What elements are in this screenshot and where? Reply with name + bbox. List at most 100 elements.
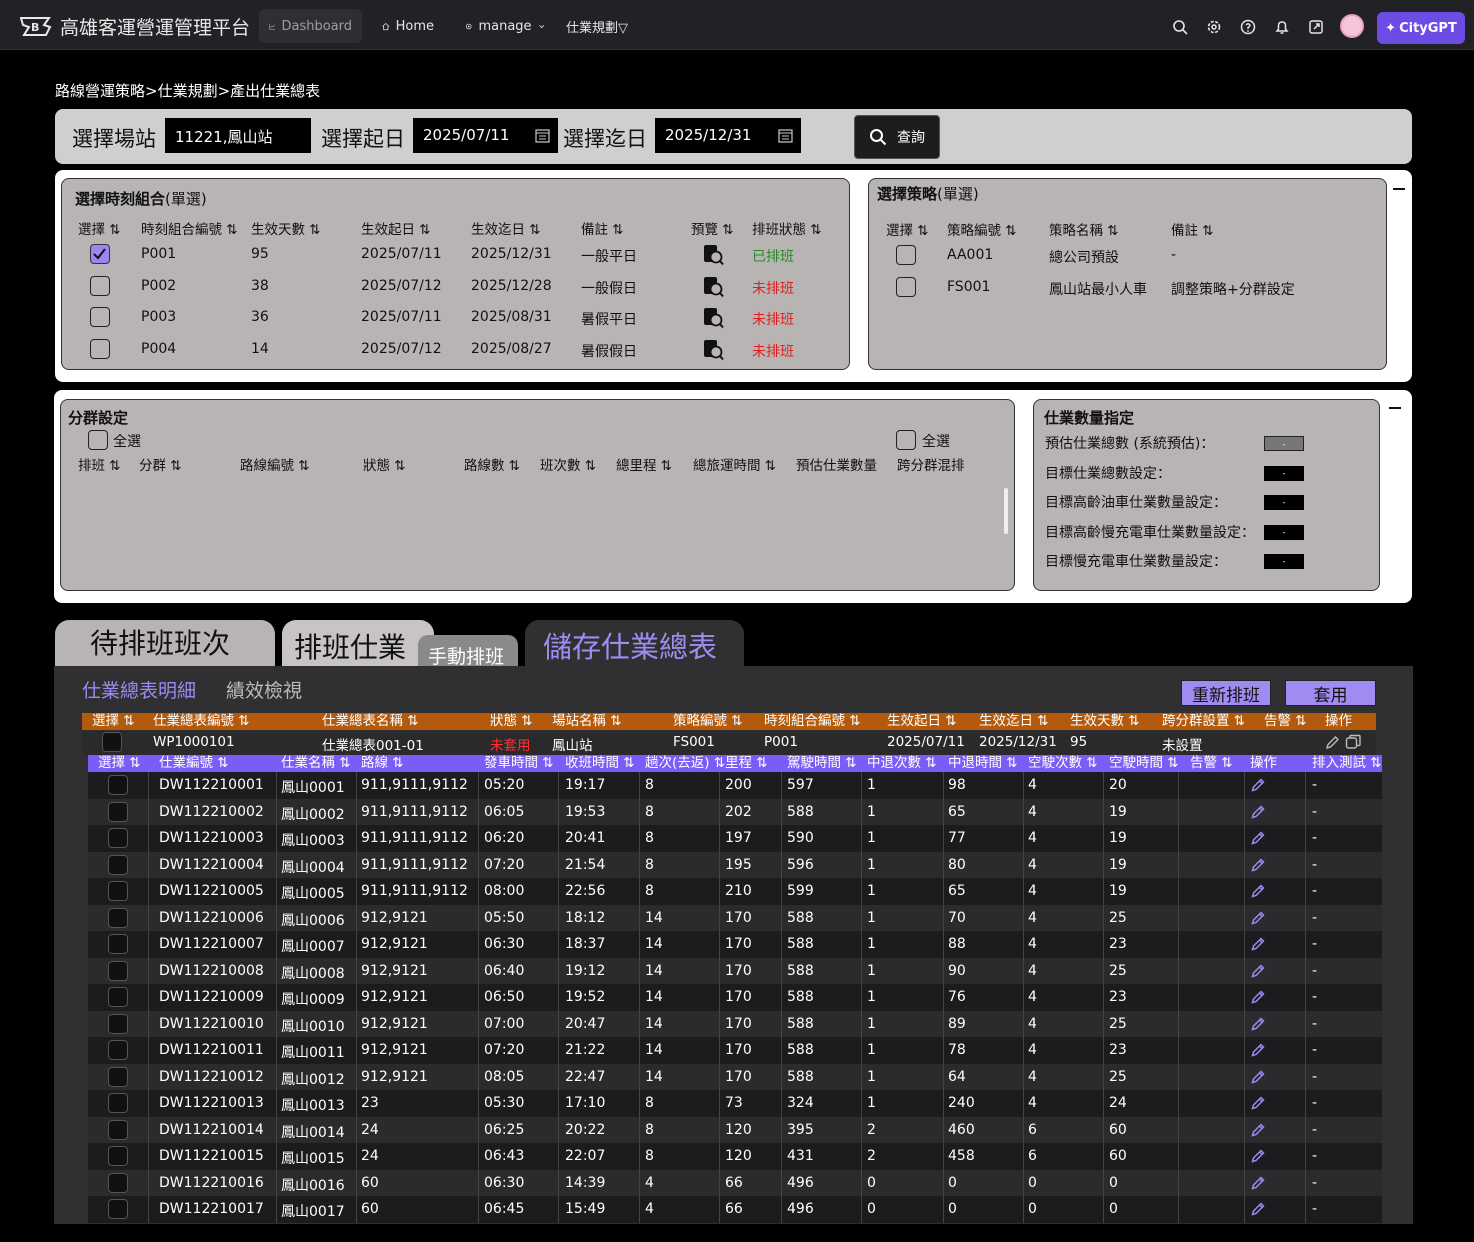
strategy-row[interactable]: AA001 總公司預設 - [869,245,1379,269]
timeset-header-cell[interactable]: 備註 ⇅ [581,218,624,238]
grouping-header-cell[interactable]: 跨分群混排 [897,454,965,474]
apply-button[interactable]: 套用 [1285,680,1376,706]
timeset-row-checkbox[interactable] [90,339,110,360]
edit-icon[interactable] [1250,857,1266,873]
summary-row-checkbox[interactable] [102,732,122,752]
detail-header-cell[interactable]: 選擇 ⇅ [98,755,141,772]
edit-icon[interactable] [1250,1042,1266,1058]
detail-header-cell[interactable]: 駕駛時間 ⇅ [787,755,857,772]
preview-icon[interactable] [702,276,724,298]
nav-manage[interactable]: manage [455,9,555,43]
edit-icon[interactable] [1250,989,1266,1005]
preview-icon[interactable] [702,244,724,266]
strategy-row-checkbox[interactable] [896,245,916,265]
summary-header-cell[interactable]: 生效起日 ⇅ [887,713,957,730]
detail-header-cell[interactable]: 中退時間 ⇅ [948,755,1018,772]
edit-icon[interactable] [1250,910,1266,926]
summary-header-cell[interactable]: 時刻組合編號 ⇅ [764,713,861,730]
summary-header-cell[interactable]: 跨分群設置 ⇅ [1162,713,1245,730]
detail-row-checkbox[interactable] [108,1119,128,1140]
quantity-input[interactable]: - [1264,465,1304,481]
detail-row-checkbox[interactable] [108,1146,128,1166]
detail-header-cell[interactable]: 排入測試 ⇅ [1312,755,1382,772]
edit-icon[interactable] [1250,1148,1266,1164]
nav-dashboard[interactable]: Dashboard [259,9,362,43]
detail-row[interactable]: DW112210004 鳳山0004 911,9111,9112 07:20 21:54… [88,851,1382,878]
station-select[interactable]: 11221,鳳山站 [165,118,311,153]
grouping-header-cell[interactable]: 分群 ⇅ [139,454,182,474]
detail-row-checkbox[interactable] [108,1199,128,1219]
detail-row-checkbox[interactable] [108,881,128,901]
strategy-header-cell[interactable]: 選擇 ⇅ [886,219,929,239]
timeset-row-checkbox[interactable] [90,275,110,296]
summary-header-cell[interactable]: 操作 [1325,713,1352,730]
detail-row-checkbox[interactable] [108,801,128,822]
detail-row[interactable]: DW112210009 鳳山0009 912,9121 06:50 19:52 14 170… [88,984,1382,1011]
timeset-header-cell[interactable]: 生效天數 ⇅ [251,218,321,238]
strategy-row[interactable]: FS001 鳳山站最小人車 調整策略+分群設定 [869,277,1379,301]
detail-row-checkbox[interactable] [108,1013,128,1034]
nav-plan[interactable]: 仕業規劃▽ [556,9,646,43]
external-window-icon[interactable] [1308,19,1324,35]
detail-header-cell[interactable]: 收班時間 ⇅ [565,755,635,772]
timeset-header-cell[interactable]: 排班狀態 ⇅ [752,218,822,238]
edit-icon[interactable] [1250,1122,1266,1138]
grouping-header-cell[interactable]: 班次數 ⇅ [540,454,596,474]
edit-icon[interactable] [1250,777,1266,793]
timeset-row[interactable]: P001 95 2025/07/11 2025/12/31 一般平日 已排班 [62,244,842,270]
detail-header-cell[interactable]: 發車時間 ⇅ [484,755,554,772]
detail-row-checkbox[interactable] [108,775,128,795]
citygpt-button[interactable]: ✦ CityGPT [1377,12,1465,44]
summary-header-cell[interactable]: 選擇 ⇅ [92,713,135,730]
detail-row-checkbox[interactable] [108,987,128,1007]
collapse-icon[interactable] [1393,188,1405,190]
detail-row-checkbox[interactable] [108,1040,128,1060]
cross-group-select-all-checkbox[interactable] [896,430,916,450]
edit-icon[interactable] [1250,1095,1266,1111]
detail-row[interactable]: DW112210005 鳳山0005 911,9111,9112 08:00 22:56… [88,878,1382,905]
timeset-header-cell[interactable]: 生效迄日 ⇅ [471,218,541,238]
subtab-detail[interactable]: 仕業總表明細 [82,676,196,703]
end-date-input[interactable]: 2025/12/31 [655,118,801,153]
timeset-header-cell[interactable]: 預覽 ⇅ [691,218,734,238]
grouping-header-cell[interactable]: 總里程 ⇅ [616,454,672,474]
timeset-row[interactable]: P002 38 2025/07/12 2025/12/28 一般假日 未排班 [62,275,842,302]
edit-icon[interactable] [1250,963,1266,979]
reschedule-button[interactable]: 重新排班 [1181,680,1271,706]
detail-header-cell[interactable]: 路線 ⇅ [361,755,404,772]
timeset-row-checkbox[interactable] [90,244,110,264]
summary-header-cell[interactable]: 告警 ⇅ [1264,713,1307,730]
detail-row[interactable]: DW112210010 鳳山0010 912,9121 07:00 20:47 14 170… [88,1010,1382,1037]
grouping-header-cell[interactable]: 路線數 ⇅ [464,454,520,474]
grouping-scrollbar[interactable] [1004,488,1008,534]
detail-row[interactable]: DW112210001 鳳山0001 911,9111,9112 05:20 19:17… [88,772,1382,799]
preview-icon[interactable] [702,339,724,361]
grouping-header-cell[interactable]: 路線編號 ⇅ [240,454,310,474]
edit-icon[interactable] [1250,936,1266,952]
quantity-input[interactable]: - [1264,554,1304,570]
detail-row[interactable]: DW112210016 鳳山0016 60 06:30 14:39 4 66 496 0 0 0 0 - [88,1169,1382,1196]
edit-icon[interactable] [1250,883,1266,899]
detail-row[interactable]: DW112210003 鳳山0003 911,9111,9112 06:20 20:41… [88,825,1382,852]
edit-icon[interactable] [1324,735,1340,751]
preview-icon[interactable] [702,307,724,329]
detail-row-checkbox[interactable] [108,1172,128,1193]
detail-row-checkbox[interactable] [108,854,128,875]
summary-header-cell[interactable]: 生效天數 ⇅ [1070,713,1140,730]
detail-row[interactable]: DW112210011 鳳山0011 912,9121 07:20 21:22 14 170… [88,1037,1382,1064]
subtab-review[interactable]: 績效檢視 [226,676,302,703]
detail-header-cell[interactable]: 仕業編號 ⇅ [159,755,229,772]
quantity-input[interactable]: - [1264,524,1304,540]
detail-row[interactable]: DW112210006 鳳山0006 912,9121 05:50 18:12 14 170… [88,904,1382,931]
detail-row[interactable]: DW112210015 鳳山0015 24 06:43 22:07 8 120 431 2 458… [88,1143,1382,1170]
summary-header-cell[interactable]: 仕業總表名稱 ⇅ [322,713,419,730]
quantity-input[interactable]: - [1264,436,1304,451]
edit-icon[interactable] [1250,1069,1266,1085]
detail-row-checkbox[interactable] [108,1093,128,1113]
detail-row-checkbox[interactable] [108,828,128,848]
detail-header-cell[interactable]: 告警 ⇅ [1190,755,1233,772]
detail-header-cell[interactable]: 空駛時間 ⇅ [1109,755,1179,772]
summary-header-cell[interactable]: 生效迄日 ⇅ [979,713,1049,730]
detail-header-cell[interactable]: 空駛次數 ⇅ [1028,755,1098,772]
detail-row[interactable]: DW112210013 鳳山0013 23 05:30 17:10 8 73 324 1 240 4… [88,1090,1382,1117]
